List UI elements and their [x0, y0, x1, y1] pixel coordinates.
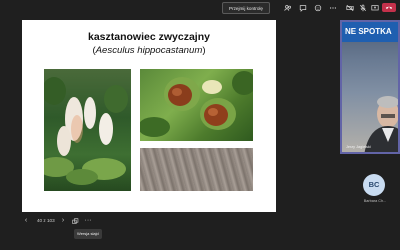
- people-icon[interactable]: [283, 3, 293, 13]
- subtitle-close-paren: ): [202, 45, 206, 56]
- slide-counter: 40 z 103: [37, 218, 55, 223]
- teams-meeting-window: Przejmij kontrolę kasztanowiec zwyczajny…: [0, 0, 400, 250]
- participant-name: Jerzy Jagielski: [346, 145, 371, 149]
- latin-name: Aesculus hippocastanum: [95, 45, 203, 56]
- more-options-icon[interactable]: ···: [84, 216, 92, 226]
- participant-avatar-name: Barbara Ch...: [363, 199, 387, 203]
- slide-title: kasztanowiec zwyczajny: [88, 31, 210, 43]
- tooltip: Wersja slajd: [74, 229, 102, 239]
- top-toolbar: Przejmij kontrolę: [0, 0, 400, 18]
- next-slide-icon[interactable]: ›: [59, 216, 67, 226]
- reactions-icon[interactable]: [313, 3, 323, 13]
- mic-off-icon[interactable]: [358, 3, 368, 13]
- sync-view-icon[interactable]: [71, 216, 79, 226]
- more-icon[interactable]: [328, 3, 338, 13]
- camera-off-icon[interactable]: [345, 3, 355, 13]
- end-call-icon[interactable]: [382, 3, 396, 12]
- participant-video: [364, 96, 398, 152]
- previous-slide-icon[interactable]: ‹: [22, 216, 30, 226]
- presentation-slide: kasztanowiec zwyczajny (Aesculus hippoca…: [22, 20, 276, 212]
- chat-icon[interactable]: [298, 3, 308, 13]
- chestnut-flowers-photo: [44, 69, 131, 191]
- participant-video-tile[interactable]: NE SPOTKA Jerzy Jagielski: [340, 20, 400, 154]
- share-icon[interactable]: [370, 3, 380, 13]
- take-control-button[interactable]: Przejmij kontrolę: [222, 2, 270, 14]
- chestnut-fruits-photo: [140, 69, 253, 141]
- slide-subtitle: (Aesculus hippocastanum): [22, 45, 276, 56]
- participant-avatar[interactable]: BC: [363, 174, 385, 196]
- chestnut-bark-photo: [140, 148, 253, 191]
